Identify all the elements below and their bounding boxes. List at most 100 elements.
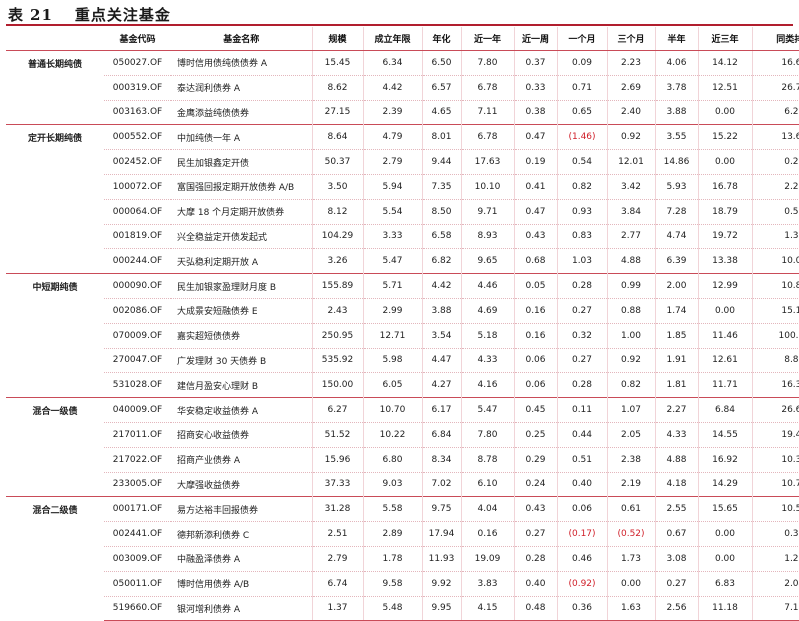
- value-cell: 7.11: [460, 99, 514, 125]
- value-cell: 5.98: [362, 347, 422, 373]
- value-cell: 7.10: [751, 595, 799, 621]
- value-cell: 31.28: [311, 496, 363, 522]
- value-cell: 8.64: [311, 124, 363, 150]
- table-row: 217022.OF 招商产业债券 A 15.96 6.80 8.34 8.78 0.29 0.…: [6, 446, 799, 473]
- value-cell: 0.33: [513, 74, 557, 101]
- fund-code-cell: 531028.OF: [104, 372, 171, 398]
- value-cell: 0.21: [751, 149, 799, 175]
- value-cell: 2.43: [311, 297, 363, 324]
- table-row: 233005.OF 大摩强收益债券 37.33 9.03 7.02 6.10 0.24 0.4…: [6, 471, 799, 497]
- fund-name-cell: 泰达润利债券 A: [171, 74, 312, 101]
- value-cell: 9.58: [362, 570, 422, 597]
- value-cell: 0.00: [697, 297, 752, 324]
- value-cell: (0.17): [556, 521, 607, 547]
- value-cell: 0.05: [513, 273, 557, 299]
- value-cell: 1.00: [606, 322, 655, 349]
- value-cell: 9.65: [460, 248, 514, 274]
- title-rule: [6, 24, 793, 26]
- value-cell: 2.89: [362, 521, 422, 547]
- fund-name-cell: 博时信用债纯债债券 A: [171, 50, 312, 76]
- value-cell: 37.33: [311, 471, 363, 497]
- value-cell: 6.58: [421, 223, 461, 249]
- value-cell: 0.92: [606, 124, 655, 150]
- value-cell: 150.00: [311, 372, 363, 398]
- value-cell: 9.95: [421, 595, 461, 621]
- fund-code-cell: 003163.OF: [104, 99, 171, 125]
- value-cell: 2.05: [606, 421, 655, 448]
- value-cell: 5.93: [654, 173, 698, 200]
- value-cell: 6.83: [697, 570, 752, 597]
- value-cell: 2.39: [362, 99, 422, 125]
- value-cell: 155.89: [311, 273, 363, 299]
- value-cell: 6.05: [362, 372, 422, 398]
- value-cell: 3.55: [654, 124, 698, 150]
- fund-code-cell: 001819.OF: [104, 223, 171, 249]
- value-cell: 5.48: [362, 595, 422, 621]
- value-cell: 10.87: [751, 273, 799, 299]
- value-cell: 5.58: [362, 496, 422, 522]
- value-cell: 2.40: [606, 99, 655, 125]
- value-cell: 1.73: [606, 545, 655, 572]
- value-cell: 4.15: [460, 595, 514, 621]
- table-row: 中短期纯债 000090.OF 民生加银家盈理财月度 B 155.89 5.71 4.42…: [6, 273, 799, 398]
- fund-code-cell: 000244.OF: [104, 248, 171, 274]
- value-cell: 0.06: [556, 496, 607, 522]
- value-cell: 1.81: [654, 372, 698, 398]
- value-cell: 5.47: [460, 397, 514, 423]
- fund-code-cell: 002441.OF: [104, 521, 171, 547]
- value-cell: 8.93: [460, 223, 514, 249]
- value-cell: 4.79: [362, 124, 422, 150]
- category-cell: 定开长期纯债: [6, 124, 104, 274]
- value-cell: 12.71: [362, 322, 422, 349]
- value-cell: 17.63: [460, 149, 514, 175]
- value-cell: 6.20: [751, 99, 799, 125]
- column-header: 一个月: [556, 27, 607, 51]
- value-cell: 16.92: [697, 446, 752, 473]
- value-cell: 2.99: [362, 297, 422, 324]
- value-cell: 0.32: [556, 322, 607, 349]
- fund-name-cell: 建信月盈安心理财 B: [171, 372, 312, 398]
- value-cell: 1.63: [606, 595, 655, 621]
- fund-name-cell: 富国强回报定期开放债券 A/B: [171, 173, 312, 200]
- value-cell: 0.09: [556, 50, 607, 76]
- column-header: 半年: [654, 27, 698, 51]
- value-cell: 6.27: [311, 397, 363, 423]
- fund-name-cell: 广发理财 30 天债券 B: [171, 347, 312, 373]
- fund-name-cell: 华安稳定收益债券 A: [171, 397, 312, 423]
- value-cell: 4.18: [654, 471, 698, 497]
- table-title: 表 21 重点关注基金: [8, 4, 171, 25]
- value-cell: 0.44: [556, 421, 607, 448]
- table-row: 定开长期纯债 000552.OF 中加纯债一年 A 8.64 4.79 8.01 6.78 0…: [6, 124, 799, 274]
- table-row: 002452.OF 民生加银鑫定开债 50.37 2.79 9.44 17.63 0.19 0…: [6, 149, 799, 175]
- value-cell: 15.45: [311, 50, 363, 76]
- fund-name-cell: 民生加银鑫定开债: [171, 149, 312, 175]
- fund-name-cell: 银河增利债券 A: [171, 595, 312, 621]
- value-cell: 10.32: [751, 446, 799, 473]
- fund-name-cell: 德邦新添利债券 C: [171, 521, 312, 547]
- value-cell: 2.00: [654, 273, 698, 299]
- value-cell: 4.16: [460, 372, 514, 398]
- fund-table: 基金代码基金名称规模成立年限年化近一年近一周一个月三个月半年近三年同类排名 普通…: [6, 27, 799, 621]
- value-cell: 14.86: [654, 149, 698, 175]
- table-row: 217011.OF 招商安心收益债券 51.52 10.22 6.84 7.80 0.25 0…: [6, 421, 799, 448]
- value-cell: 8.12: [311, 198, 363, 225]
- value-cell: 14.55: [697, 421, 752, 448]
- value-cell: 0.59: [751, 198, 799, 225]
- fund-code-cell: 002086.OF: [104, 297, 171, 324]
- table-title-bar: 表 21 重点关注基金: [0, 0, 799, 26]
- table-row: 000319.OF 泰达润利债券 A 8.62 4.42 6.57 6.78 0.33 0.7…: [6, 74, 799, 101]
- category-cell: 混合一级债: [6, 397, 104, 497]
- value-cell: 8.50: [421, 198, 461, 225]
- value-cell: 0.40: [556, 471, 607, 497]
- value-cell: 5.71: [362, 273, 422, 299]
- value-cell: 1.33: [751, 223, 799, 249]
- value-cell: 4.69: [460, 297, 514, 324]
- value-cell: 0.19: [513, 149, 557, 175]
- value-cell: 19.44: [751, 421, 799, 448]
- value-cell: (0.52): [606, 521, 655, 547]
- value-cell: 6.78: [460, 124, 514, 150]
- table-row: 070009.OF 嘉实超短债债券 250.95 12.71 3.54 5.18 0.16 0…: [6, 322, 799, 349]
- table-row: 100072.OF 富国强回报定期开放债券 A/B 3.50 5.94 7.35 10.1…: [6, 173, 799, 200]
- value-cell: 0.51: [556, 446, 607, 473]
- value-cell: 16.78: [697, 173, 752, 200]
